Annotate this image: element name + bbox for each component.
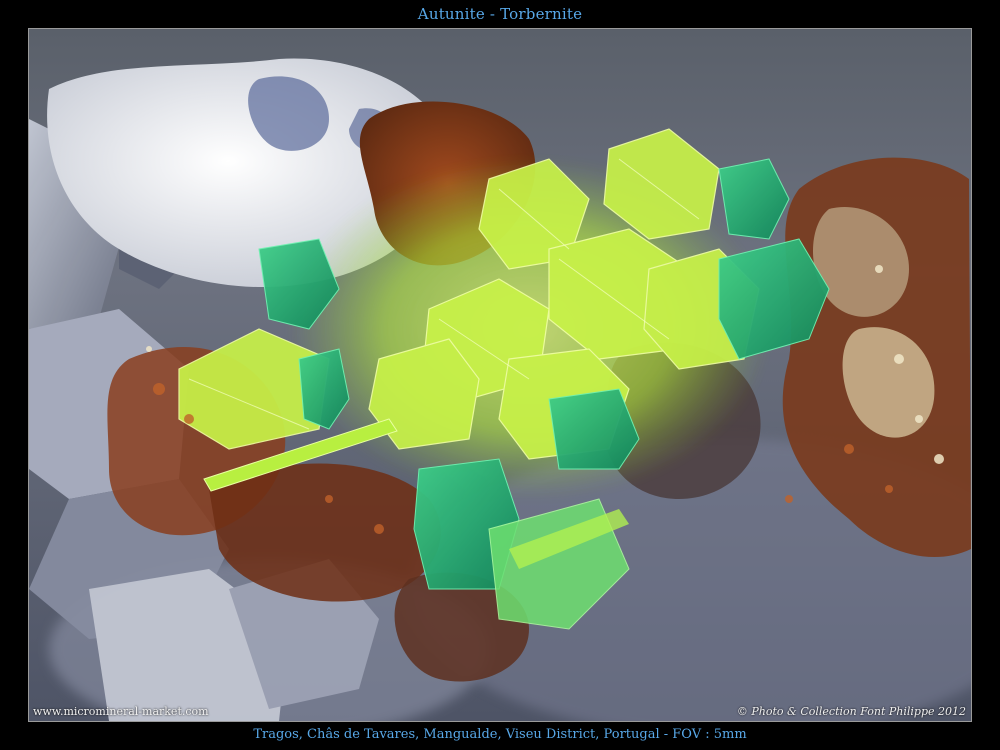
locality-caption: Tragos, Châs de Tavares, Mangualde, Vise…: [253, 727, 747, 742]
image-title: Autunite - Torbernite: [417, 5, 583, 23]
mineral-photo-illustration: [29, 29, 971, 721]
mineral-photo: www.micromineral-market.com © Photo & Co…: [28, 28, 972, 722]
photo-credit: © Photo & Collection Font Philippe 2012: [736, 705, 966, 718]
website-watermark: www.micromineral-market.com: [33, 705, 209, 718]
